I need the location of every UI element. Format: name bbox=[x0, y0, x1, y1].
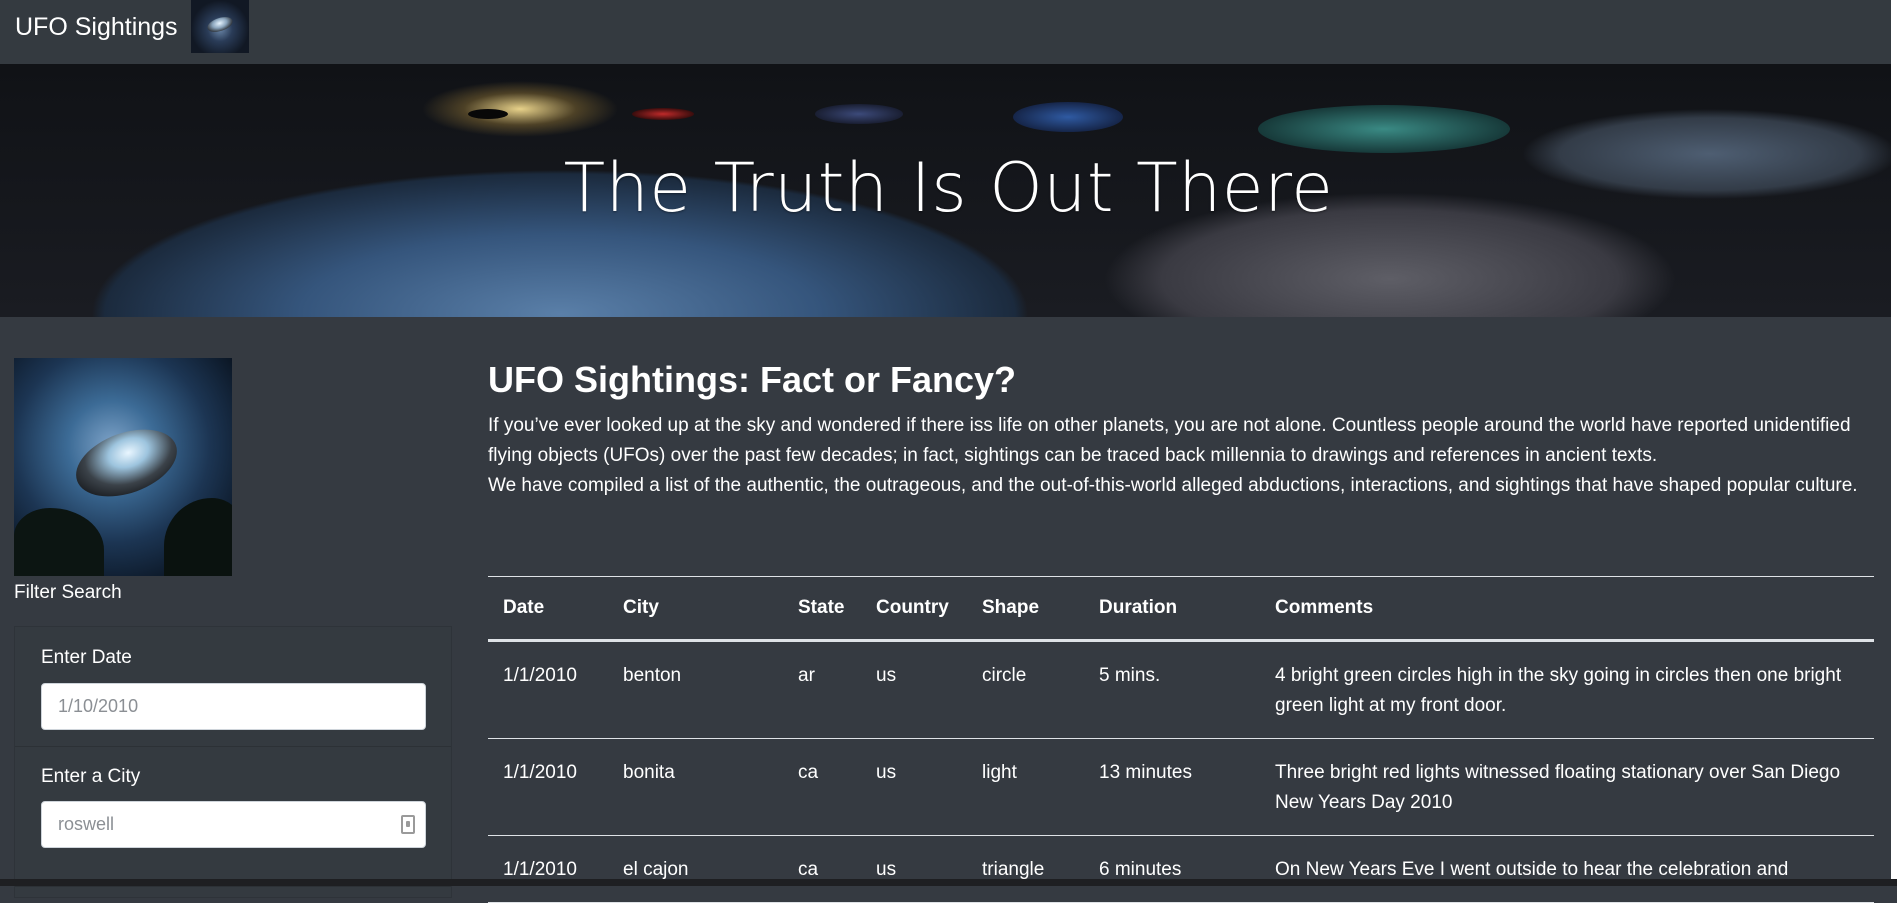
table-cell: el cajon bbox=[608, 835, 783, 903]
city-filter-label: Enter a City bbox=[41, 766, 141, 787]
table-cell: ca bbox=[783, 738, 861, 836]
table-cell: 13 minutes bbox=[1084, 738, 1260, 836]
table-cell: 1/1/2010 bbox=[488, 738, 608, 836]
table-row: 1/1/2010 el cajon ca us triangle 6 minut… bbox=[488, 835, 1874, 903]
table-cell: us bbox=[861, 738, 967, 836]
table-cell: circle bbox=[967, 640, 1084, 739]
saucer-graphic bbox=[468, 109, 508, 119]
table-row: 1/1/2010 benton ar us circle 5 mins. 4 b… bbox=[488, 640, 1874, 739]
column-header: Shape bbox=[967, 576, 1084, 642]
table-cell: 4 bright green circles high in the sky g… bbox=[1260, 640, 1874, 739]
saucer-graphic bbox=[1013, 102, 1123, 132]
sightings-table: Date City State Country Shape Duration C… bbox=[488, 576, 1874, 903]
filter-item-date: Enter Date 1/10/2010 bbox=[15, 627, 451, 747]
table-cell: 1/1/2010 bbox=[488, 835, 608, 903]
city-input[interactable]: roswell bbox=[41, 801, 426, 848]
table-cell: us bbox=[861, 835, 967, 903]
date-filter-label: Enter Date bbox=[41, 647, 132, 668]
table-cell: 1/1/2010 bbox=[488, 640, 608, 739]
filter-form: Enter Date 1/10/2010 Enter a City roswel… bbox=[14, 626, 452, 898]
scrollbar[interactable] bbox=[1891, 0, 1897, 879]
column-header: Comments bbox=[1260, 576, 1874, 642]
table-cell: us bbox=[861, 640, 967, 739]
table-cell: benton bbox=[608, 640, 783, 739]
filter-item-city: Enter a City roswell bbox=[15, 746, 451, 887]
table-cell: bonita bbox=[608, 738, 783, 836]
navbar: UFO Sightings bbox=[0, 0, 1897, 65]
table-cell: triangle bbox=[967, 835, 1084, 903]
table-cell: light bbox=[967, 738, 1084, 836]
column-header: Country bbox=[861, 576, 967, 642]
intro-paragraph: We have compiled a list of the authentic… bbox=[488, 475, 1858, 496]
sidebar-ufo-image bbox=[14, 358, 232, 576]
intro-paragraph: If you’ve ever looked up at the sky and … bbox=[488, 415, 1851, 466]
column-header: State bbox=[783, 576, 861, 642]
table-cell: Three bright red lights witnessed floati… bbox=[1260, 738, 1874, 836]
date-input[interactable]: 1/10/2010 bbox=[41, 683, 426, 730]
intro-text: If you’ve ever looked up at the sky and … bbox=[488, 411, 1878, 501]
column-header: City bbox=[608, 576, 783, 642]
column-header: Duration bbox=[1084, 576, 1260, 642]
table-cell: ar bbox=[783, 640, 861, 739]
table-cell: On New Years Eve I went outside to hear … bbox=[1260, 835, 1874, 903]
hero-title: The Truth Is Out There bbox=[563, 149, 1334, 228]
saucer-graphic bbox=[632, 108, 694, 120]
table-cell: 6 minutes bbox=[1084, 835, 1260, 903]
city-input-value: roswell bbox=[58, 814, 115, 834]
window-bottom-edge bbox=[0, 879, 1897, 886]
autofill-contact-icon[interactable] bbox=[401, 815, 415, 834]
table-header-row: Date City State Country Shape Duration C… bbox=[488, 576, 1874, 642]
table-cell: 5 mins. bbox=[1084, 640, 1260, 739]
column-header: Date bbox=[488, 576, 608, 642]
page-title: UFO Sightings: Fact or Fancy? bbox=[488, 359, 1017, 400]
brand-link[interactable]: UFO Sightings bbox=[15, 12, 178, 42]
ufo-logo-icon bbox=[191, 0, 249, 53]
filter-search-label: Filter Search bbox=[14, 582, 122, 603]
hero-banner: The Truth Is Out There bbox=[0, 64, 1897, 317]
saucer-graphic bbox=[1258, 105, 1510, 153]
table-cell: ca bbox=[783, 835, 861, 903]
table-row: 1/1/2010 bonita ca us light 13 minutes T… bbox=[488, 738, 1874, 836]
saucer-graphic bbox=[815, 104, 903, 124]
